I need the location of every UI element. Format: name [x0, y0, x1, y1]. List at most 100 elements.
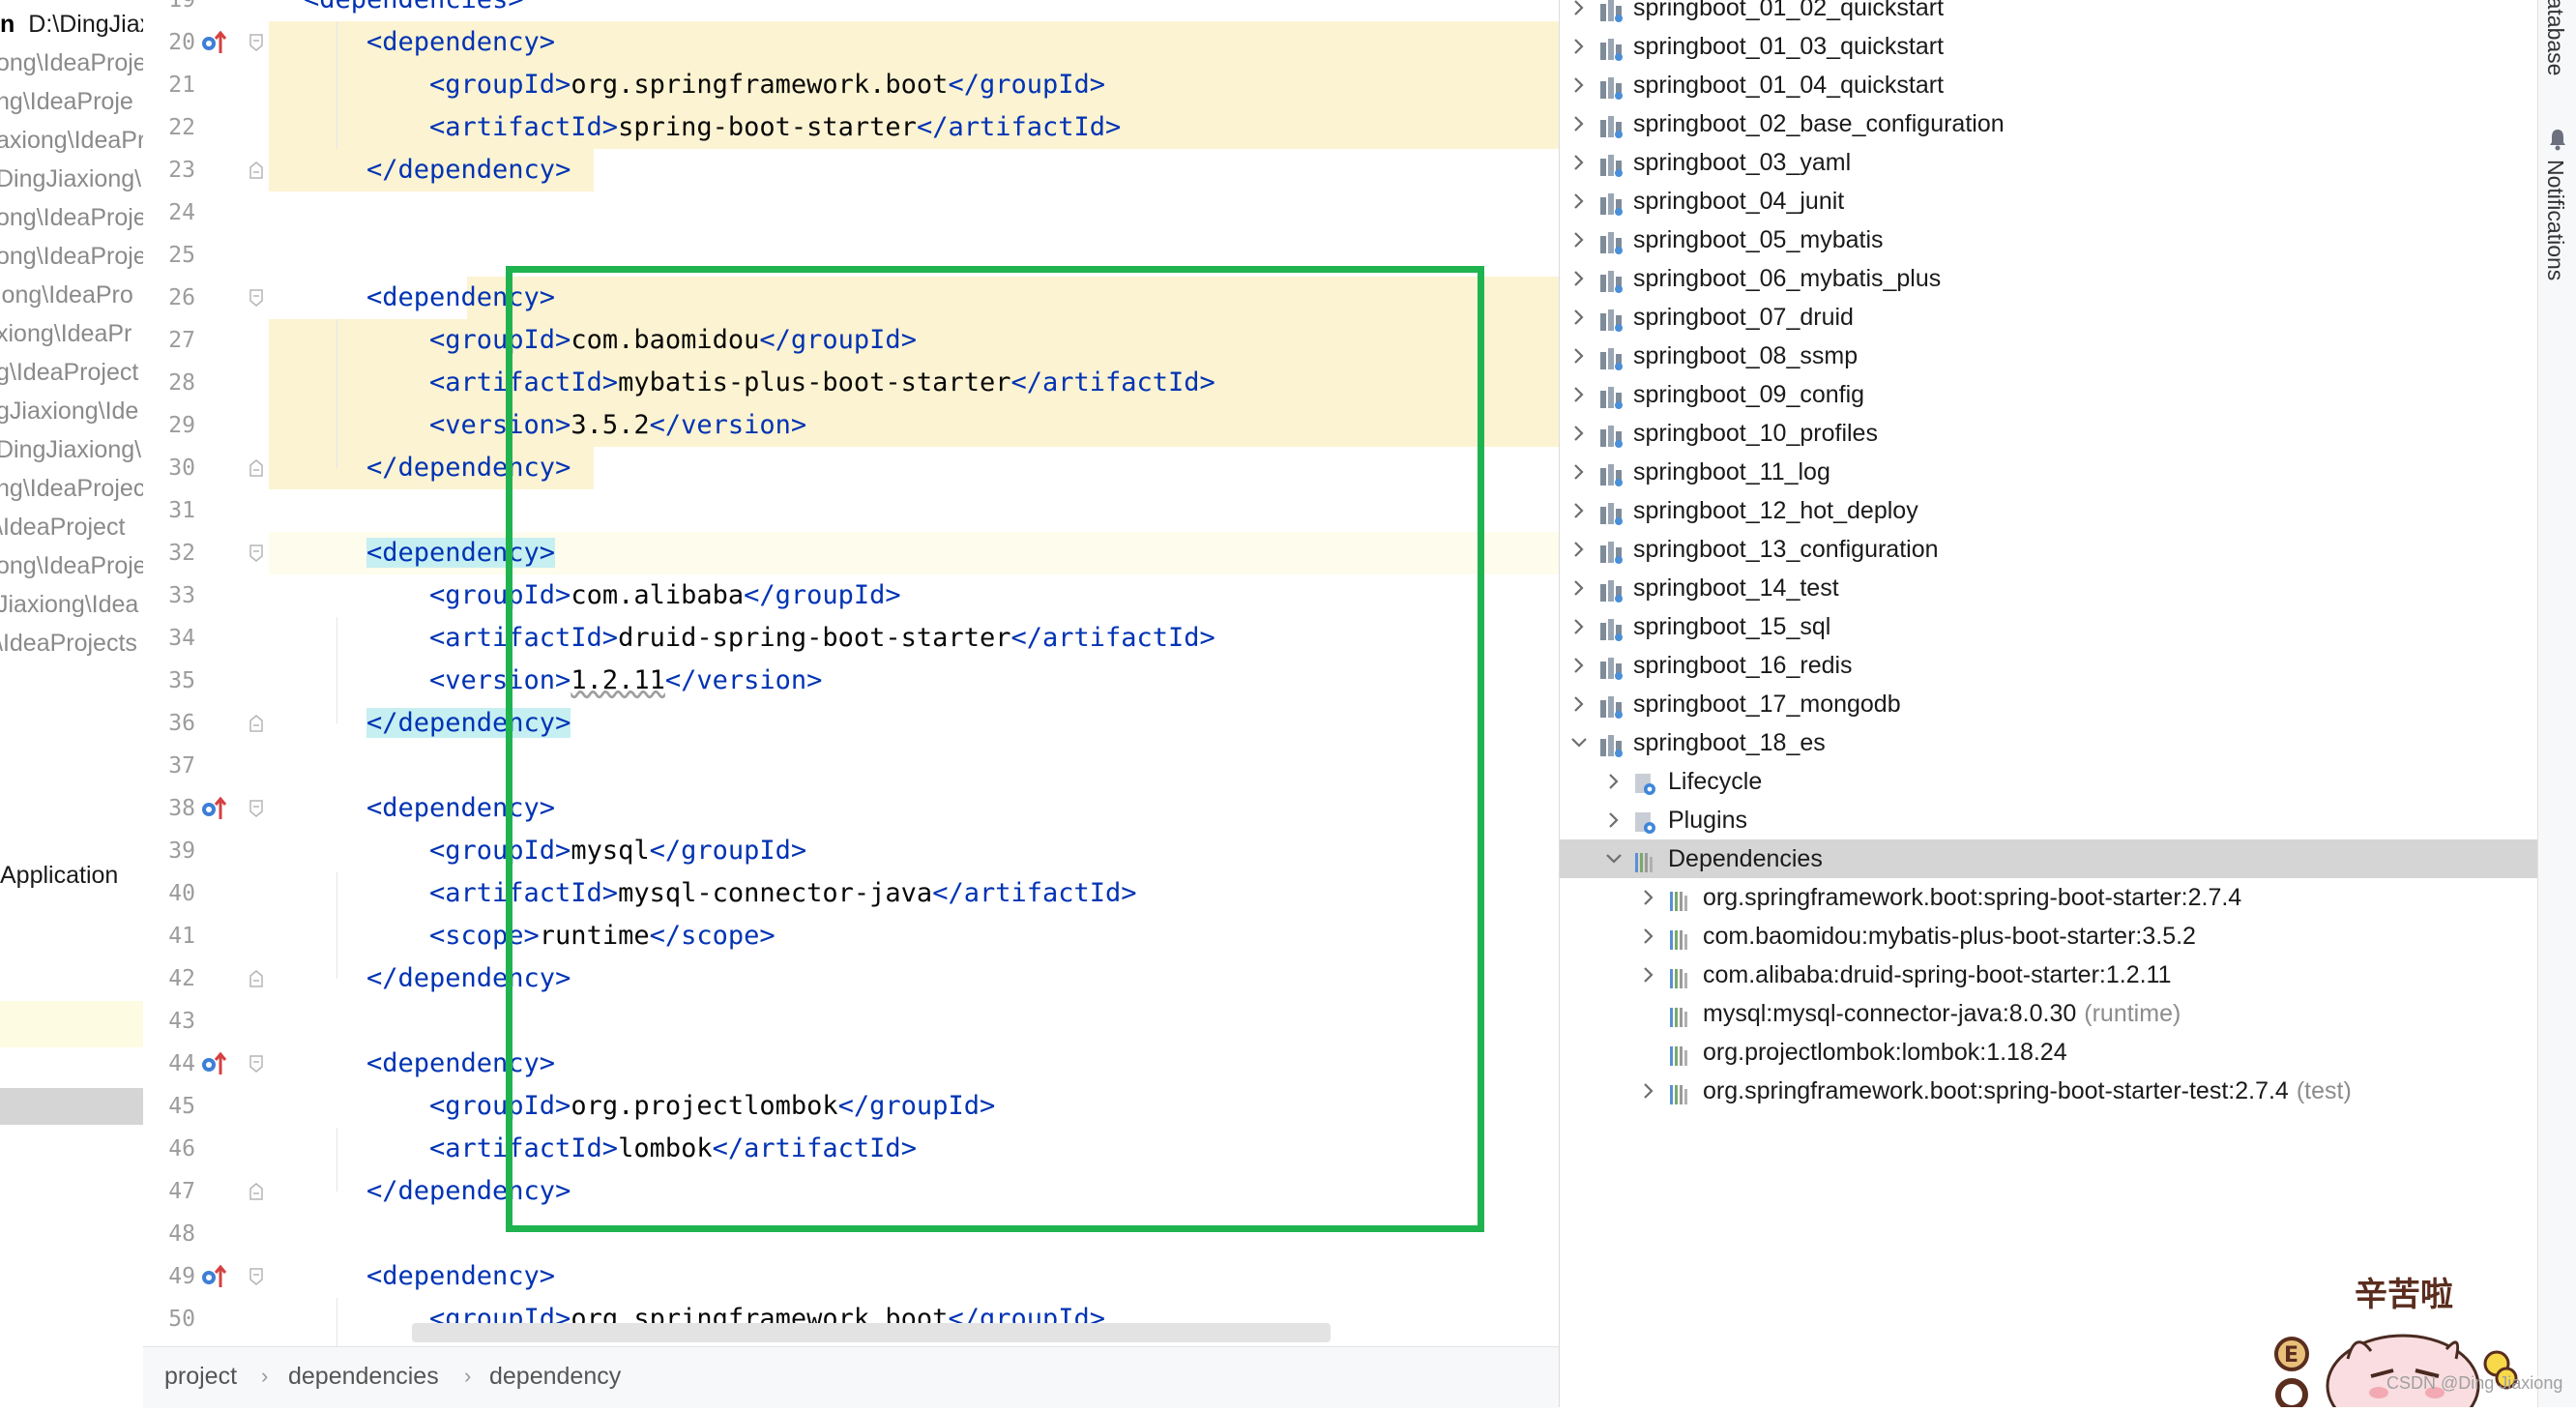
- chevron-right-icon[interactable]: [1569, 27, 1589, 66]
- override-marker-icon[interactable]: [199, 28, 228, 57]
- project-path-row[interactable]: ng\IdeaProje: [0, 82, 133, 121]
- fold-expanded-icon[interactable]: [249, 289, 263, 307]
- chevron-right-icon[interactable]: [1569, 569, 1589, 607]
- chevron-right-icon[interactable]: [1569, 143, 1589, 182]
- chevron-right-icon[interactable]: [1569, 414, 1589, 453]
- breadcrumb-dependency[interactable]: dependency: [489, 1347, 621, 1405]
- maven-module-item[interactable]: springboot_01_02_quickstart: [1560, 0, 2538, 27]
- maven-node-lifecycle[interactable]: Lifecycle: [1560, 762, 2538, 801]
- project-path-row[interactable]: DingJiaxiong\I: [0, 160, 143, 198]
- notifications-tool-tab[interactable]: Notifications: [2542, 160, 2568, 280]
- project-path-row[interactable]: ong\IdeaProje: [0, 198, 143, 237]
- chevron-right-icon[interactable]: [1604, 801, 1624, 839]
- override-marker-icon[interactable]: [199, 794, 228, 823]
- chevron-right-icon[interactable]: [1569, 530, 1589, 569]
- fold-end-icon[interactable]: [249, 715, 263, 732]
- maven-module-item[interactable]: springboot_11_log: [1560, 453, 2538, 491]
- chevron-right-icon[interactable]: [1569, 337, 1589, 375]
- dependency-item[interactable]: org.springframework.boot:spring-boot-sta…: [1560, 1072, 2538, 1110]
- project-path-row[interactable]: ong\IdeaProje: [0, 546, 143, 585]
- line-number: 39: [168, 838, 195, 864]
- override-marker-icon[interactable]: [199, 1049, 228, 1078]
- maven-module-item[interactable]: springboot_18_es: [1560, 723, 2538, 762]
- project-path-row[interactable]: ong\IdeaProje: [0, 237, 143, 276]
- chevron-right-icon[interactable]: [1569, 298, 1589, 337]
- fold-end-icon[interactable]: [249, 162, 263, 179]
- maven-module-item[interactable]: springboot_08_ssmp: [1560, 337, 2538, 375]
- chevron-right-icon[interactable]: [1569, 646, 1589, 685]
- dependency-item[interactable]: org.springframework.boot:spring-boot-sta…: [1560, 878, 2538, 917]
- tree-item-text: springboot_17_mongodb: [1633, 691, 1901, 718]
- tree-item-text: springboot_01_03_quickstart: [1633, 33, 1945, 60]
- chevron-right-icon[interactable]: [1569, 221, 1589, 259]
- maven-module-item[interactable]: springboot_06_mybatis_plus: [1560, 259, 2538, 298]
- fold-end-icon[interactable]: [249, 1183, 263, 1200]
- maven-module-item[interactable]: springboot_02_base_configuration: [1560, 104, 2538, 143]
- breadcrumb-project[interactable]: project: [164, 1347, 237, 1405]
- chevron-right-icon[interactable]: [1569, 66, 1589, 104]
- chevron-right-icon[interactable]: [1569, 259, 1589, 298]
- breadcrumb-dependencies[interactable]: dependencies: [288, 1347, 439, 1405]
- project-path-row[interactable]: xiong\IdeaPr: [0, 314, 132, 353]
- chevron-right-icon[interactable]: [1569, 607, 1589, 646]
- project-path-row[interactable]: iong\IdeaPro: [0, 276, 133, 314]
- chevron-right-icon[interactable]: [1639, 878, 1658, 917]
- project-path-row[interactable]: DingJiaxiong\: [0, 430, 141, 469]
- project-path-row[interactable]: \IdeaProjects: [0, 624, 137, 662]
- chevron-right-icon[interactable]: [1569, 182, 1589, 221]
- chevron-right-icon[interactable]: [1569, 104, 1589, 143]
- maven-module-item[interactable]: springboot_01_03_quickstart: [1560, 27, 2538, 66]
- chevron-down-icon[interactable]: [1569, 723, 1589, 762]
- chevron-right-icon[interactable]: [1569, 0, 1589, 27]
- override-marker-icon[interactable]: [199, 1262, 228, 1291]
- fold-expanded-icon[interactable]: [249, 800, 263, 817]
- project-path-row[interactable]: g\IdeaProject: [0, 353, 138, 392]
- xml-tag: <artifactId>: [429, 112, 619, 142]
- fold-expanded-icon[interactable]: [249, 34, 263, 51]
- maven-module-item[interactable]: springboot_05_mybatis: [1560, 221, 2538, 259]
- project-path-row[interactable]: ong\IdeaProje: [0, 44, 143, 82]
- chevron-right-icon[interactable]: [1569, 491, 1589, 530]
- run-configuration-application[interactable]: Application: [0, 856, 118, 895]
- maven-node-dependencies[interactable]: Dependencies: [1560, 839, 2538, 878]
- chevron-right-icon[interactable]: [1639, 956, 1658, 994]
- maven-module-item[interactable]: springboot_16_redis: [1560, 646, 2538, 685]
- maven-module-item[interactable]: springboot_09_config: [1560, 375, 2538, 414]
- maven-module-item[interactable]: springboot_01_04_quickstart: [1560, 66, 2538, 104]
- code-editor[interactable]: 19 20 21 22 23 24 25 26 27 28 29 30 31 32 33 34 35 36 37 38…: [143, 0, 1701, 1408]
- maven-module-item[interactable]: springboot_12_hot_deploy: [1560, 491, 2538, 530]
- chevron-right-icon[interactable]: [1639, 917, 1658, 956]
- project-path-row[interactable]: \IdeaProject: [0, 508, 125, 546]
- dependency-item[interactable]: mysql:mysql-connector-java:8.0.30 (runtim…: [1560, 994, 2538, 1033]
- maven-module-item[interactable]: springboot_14_test: [1560, 569, 2538, 607]
- project-path-row[interactable]: axiong\IdeaPr: [0, 121, 143, 160]
- chevron-right-icon[interactable]: [1569, 453, 1589, 491]
- maven-module-item[interactable]: springboot_03_yaml: [1560, 143, 2538, 182]
- fold-expanded-icon[interactable]: [249, 544, 263, 562]
- maven-module-item[interactable]: springboot_10_profiles: [1560, 414, 2538, 453]
- maven-module-item[interactable]: springboot_15_sql: [1560, 607, 2538, 646]
- project-path-row[interactable]: ng\IdeaProjec: [0, 469, 143, 508]
- chevron-down-icon[interactable]: [1604, 839, 1624, 878]
- maven-node-plugins[interactable]: Plugins: [1560, 801, 2538, 839]
- chevron-right-icon[interactable]: [1604, 762, 1624, 801]
- chevron-right-icon[interactable]: [1569, 375, 1589, 414]
- maven-module-item[interactable]: springboot_04_junit: [1560, 182, 2538, 221]
- fold-expanded-icon[interactable]: [249, 1268, 263, 1285]
- horizontal-scrollbar[interactable]: [412, 1323, 1331, 1342]
- project-path-row[interactable]: gJiaxiong\Ide: [0, 392, 138, 430]
- chevron-right-icon[interactable]: [1569, 685, 1589, 723]
- dependency-item[interactable]: org.projectlombok:lombok:1.18.24: [1560, 1033, 2538, 1072]
- chevron-right-icon[interactable]: [1639, 1072, 1658, 1110]
- maven-module-item[interactable]: springboot_07_druid: [1560, 298, 2538, 337]
- maven-module-item[interactable]: springboot_13_configuration: [1560, 530, 2538, 569]
- dependency-item[interactable]: com.baomidou:mybatis-plus-boot-starter:3…: [1560, 917, 2538, 956]
- dependency-item[interactable]: com.alibaba:druid-spring-boot-starter:1.…: [1560, 956, 2538, 994]
- fold-end-icon[interactable]: [249, 459, 263, 477]
- maven-module-item[interactable]: springboot_17_mongodb: [1560, 685, 2538, 723]
- database-tool-tab[interactable]: Database: [2542, 0, 2568, 75]
- project-path-row[interactable]: Jiaxiong\Idea: [0, 585, 138, 624]
- project-path-row[interactable]: n D:\DingJiax: [0, 5, 143, 44]
- fold-end-icon[interactable]: [249, 970, 263, 987]
- fold-expanded-icon[interactable]: [249, 1055, 263, 1073]
